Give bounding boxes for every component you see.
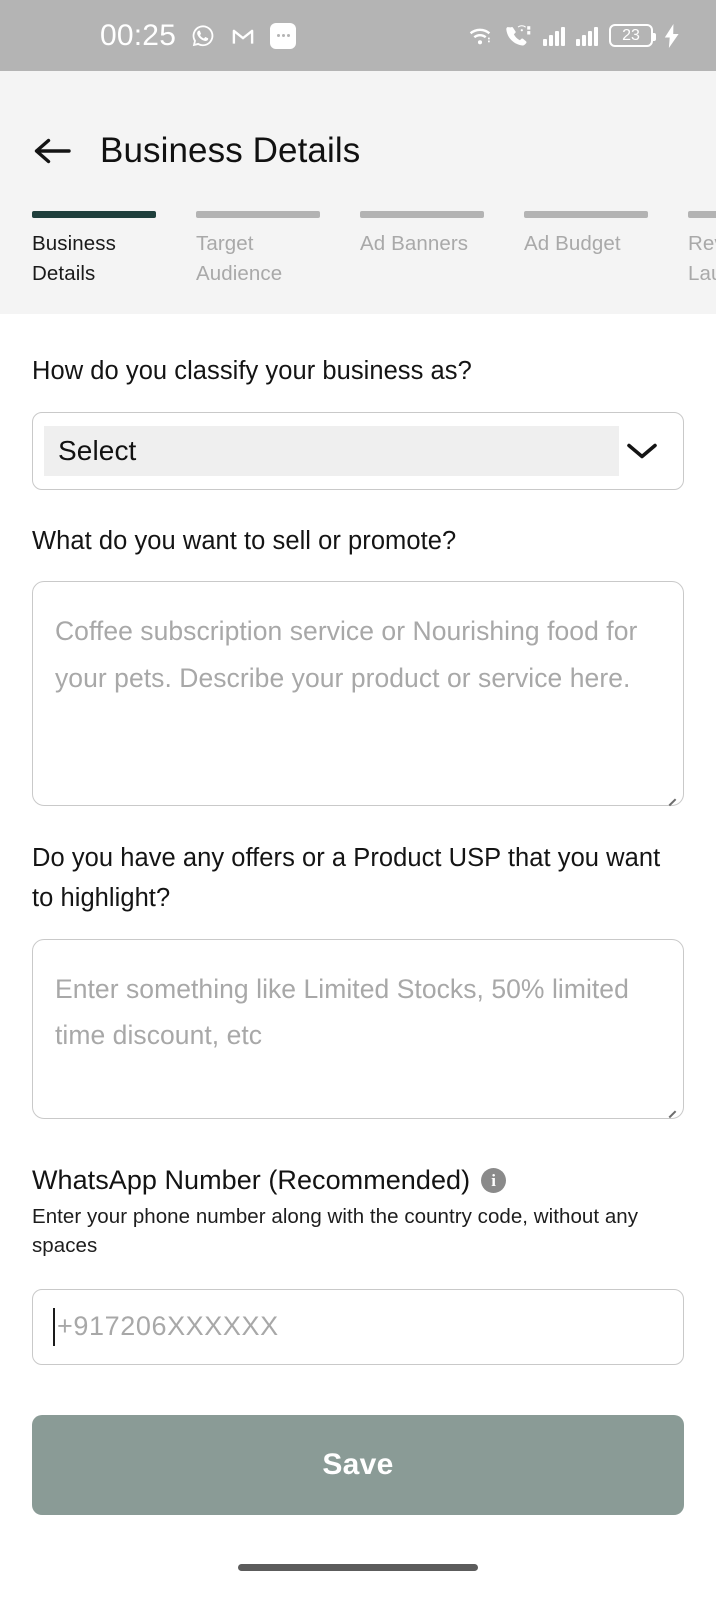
- home-indicator[interactable]: [238, 1564, 478, 1571]
- resize-handle-icon[interactable]: [666, 789, 678, 801]
- usp-textarea[interactable]: Enter something like Limited Stocks, 50%…: [32, 939, 684, 1119]
- usp-placeholder: Enter something like Limited Stocks, 50%…: [55, 966, 661, 1060]
- step-indicator-bar: [196, 211, 320, 218]
- step-tabs: Business Details Target Audience Ad Bann…: [0, 183, 716, 314]
- step-tab-label: Review & Launch: [688, 229, 716, 288]
- whatsapp-number-field: WhatsApp Number (Recommended) i Enter yo…: [32, 1119, 684, 1365]
- battery-level: 23: [622, 28, 640, 44]
- status-clock: 00:25: [100, 21, 176, 51]
- chevron-down-icon[interactable]: [619, 440, 665, 462]
- resize-handle-icon[interactable]: [666, 1102, 678, 1114]
- whatsapp-icon: [190, 23, 216, 49]
- whatsapp-hint: Enter your phone number along with the c…: [32, 1202, 672, 1261]
- select-selected-value: Select: [58, 435, 136, 467]
- home-indicator-area: [0, 1534, 716, 1600]
- message-app-icon: [270, 23, 296, 49]
- info-icon-glyph: i: [491, 1172, 496, 1189]
- classify-business-field: How do you classify your business as? Se…: [32, 314, 684, 490]
- step-tab-label: Target Audience: [196, 229, 342, 288]
- classify-business-label: How do you classify your business as?: [32, 352, 684, 392]
- gmail-icon: [230, 23, 256, 49]
- promote-label: What do you want to sell or promote?: [32, 522, 684, 562]
- status-bar-right: 23: [467, 24, 680, 48]
- back-arrow-icon[interactable]: [30, 129, 74, 173]
- usp-field: Do you have any offers or a Product USP …: [32, 806, 684, 1118]
- whatsapp-placeholder: +917206XXXXXX: [57, 1311, 279, 1342]
- step-tab-business-details[interactable]: Business Details: [32, 211, 178, 288]
- usp-label: Do you have any offers or a Product USP …: [32, 839, 684, 918]
- app-screen: 00:25: [0, 0, 716, 1600]
- whatsapp-title-row: WhatsApp Number (Recommended) i: [32, 1165, 684, 1196]
- step-indicator-bar: [32, 211, 156, 218]
- battery-icon: 23: [609, 24, 653, 47]
- select-value-area: Select: [44, 426, 619, 476]
- step-tab-review-launch[interactable]: Review & Launch: [688, 211, 716, 288]
- step-tab-ad-banners[interactable]: Ad Banners: [360, 211, 506, 288]
- signal-sim1-icon: [543, 26, 565, 46]
- charging-bolt-icon: [664, 24, 680, 48]
- step-tab-label: Ad Budget: [524, 229, 670, 259]
- status-bar-left: 00:25: [100, 21, 296, 51]
- call-forwarding-icon: [504, 24, 532, 47]
- step-indicator-bar: [524, 211, 648, 218]
- save-button-label: Save: [322, 1448, 393, 1482]
- step-tab-label: Ad Banners: [360, 229, 506, 259]
- promote-placeholder: Coffee subscription service or Nourishin…: [55, 608, 661, 702]
- signal-sim2-icon: [576, 26, 598, 46]
- business-details-form: How do you classify your business as? Se…: [0, 314, 716, 1534]
- promote-field: What do you want to sell or promote? Cof…: [32, 490, 684, 807]
- step-tab-label: Business Details: [32, 229, 178, 288]
- wifi-icon: [467, 25, 493, 47]
- title-bar: Business Details: [0, 119, 716, 183]
- text-caret: [53, 1308, 55, 1346]
- promote-textarea[interactable]: Coffee subscription service or Nourishin…: [32, 581, 684, 806]
- whatsapp-number-input[interactable]: +917206XXXXXX: [32, 1289, 684, 1365]
- status-bar: 00:25: [0, 0, 716, 71]
- step-tab-ad-budget[interactable]: Ad Budget: [524, 211, 670, 288]
- info-icon[interactable]: i: [481, 1168, 506, 1193]
- save-button[interactable]: Save: [32, 1415, 684, 1515]
- whatsapp-label: WhatsApp Number (Recommended): [32, 1165, 470, 1196]
- step-indicator-bar: [360, 211, 484, 218]
- header-zone: Business Details Business Details Target…: [0, 71, 716, 314]
- classify-business-select[interactable]: Select: [32, 412, 684, 490]
- step-indicator-bar: [688, 211, 716, 218]
- page-title: Business Details: [100, 131, 360, 171]
- step-tab-target-audience[interactable]: Target Audience: [196, 211, 342, 288]
